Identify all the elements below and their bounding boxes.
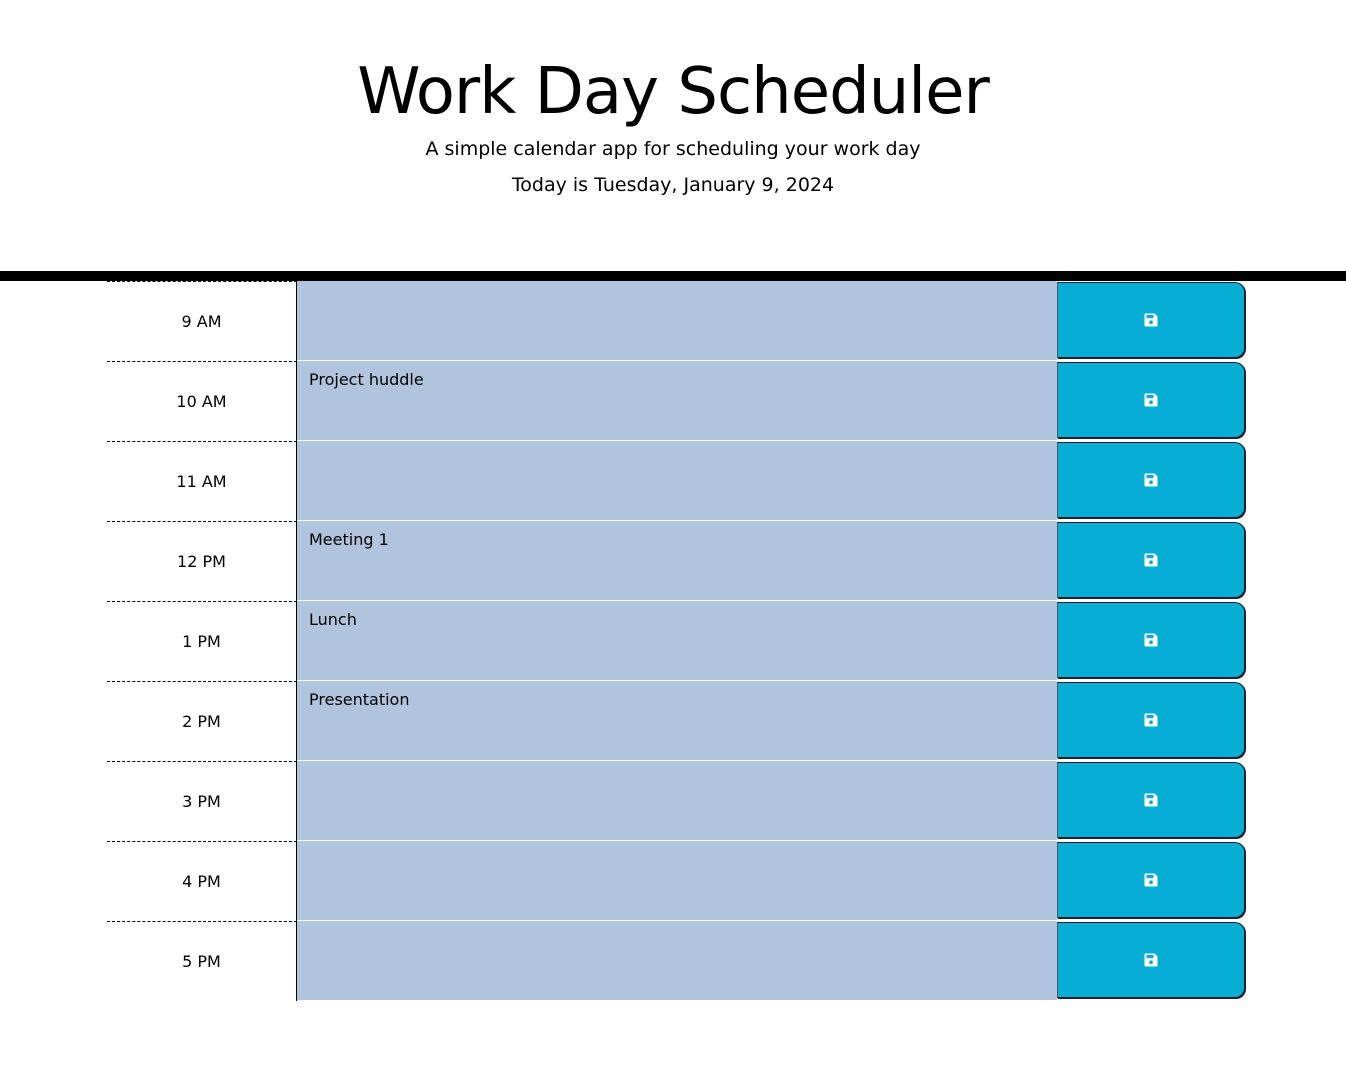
page-title: Work Day Scheduler (357, 55, 990, 129)
floppy-disk-icon (1144, 393, 1158, 407)
save-button[interactable] (1057, 762, 1245, 838)
floppy-disk-icon (1144, 633, 1158, 647)
page-subtitle: A simple calendar app for scheduling you… (425, 138, 921, 160)
save-button[interactable] (1057, 282, 1245, 358)
time-block-4-pm: 4 PM (107, 841, 1247, 921)
event-description-input[interactable]: Lunch (297, 601, 1057, 681)
hour-label: 12 PM (107, 521, 297, 601)
time-block-9-am: 9 AM (107, 281, 1247, 361)
floppy-disk-icon (1144, 873, 1158, 887)
hour-label: 11 AM (107, 441, 297, 521)
time-block-5-pm: 5 PM (107, 921, 1247, 1001)
event-description-input[interactable] (297, 841, 1057, 921)
floppy-disk-icon (1144, 313, 1158, 327)
floppy-disk-icon (1144, 953, 1158, 967)
time-block-1-pm: 1 PM Lunch (107, 601, 1247, 681)
header-divider (0, 271, 1346, 281)
save-button[interactable] (1057, 682, 1245, 758)
event-description-input[interactable] (297, 441, 1057, 521)
hour-label: 9 AM (107, 281, 297, 361)
save-button[interactable] (1057, 442, 1245, 518)
save-button[interactable] (1057, 362, 1245, 438)
event-description-input[interactable]: Project huddle (297, 361, 1057, 441)
page-header: Work Day Scheduler A simple calendar app… (0, 0, 1346, 271)
floppy-disk-icon (1144, 793, 1158, 807)
save-button[interactable] (1057, 922, 1245, 998)
hour-label: 1 PM (107, 601, 297, 681)
event-description-input[interactable]: Meeting 1 (297, 521, 1057, 601)
hour-label: 2 PM (107, 681, 297, 761)
event-description-input[interactable] (297, 281, 1057, 361)
schedule-container: 9 AM 10 AM Project huddle 11 AM 12 PM Me… (107, 281, 1247, 1001)
current-date: Today is Tuesday, January 9, 2024 (511, 174, 835, 196)
save-button[interactable] (1057, 842, 1245, 918)
event-description-input[interactable]: Presentation (297, 681, 1057, 761)
save-button[interactable] (1057, 602, 1245, 678)
hour-label: 4 PM (107, 841, 297, 921)
save-button[interactable] (1057, 522, 1245, 598)
time-block-2-pm: 2 PM Presentation (107, 681, 1247, 761)
time-block-12-pm: 12 PM Meeting 1 (107, 521, 1247, 601)
hour-label: 5 PM (107, 921, 297, 1001)
floppy-disk-icon (1144, 473, 1158, 487)
time-block-3-pm: 3 PM (107, 761, 1247, 841)
time-block-11-am: 11 AM (107, 441, 1247, 521)
hour-label: 3 PM (107, 761, 297, 841)
event-description-input[interactable] (297, 761, 1057, 841)
event-description-input[interactable] (297, 921, 1057, 1001)
floppy-disk-icon (1144, 553, 1158, 567)
hour-label: 10 AM (107, 361, 297, 441)
floppy-disk-icon (1144, 713, 1158, 727)
time-block-10-am: 10 AM Project huddle (107, 361, 1247, 441)
